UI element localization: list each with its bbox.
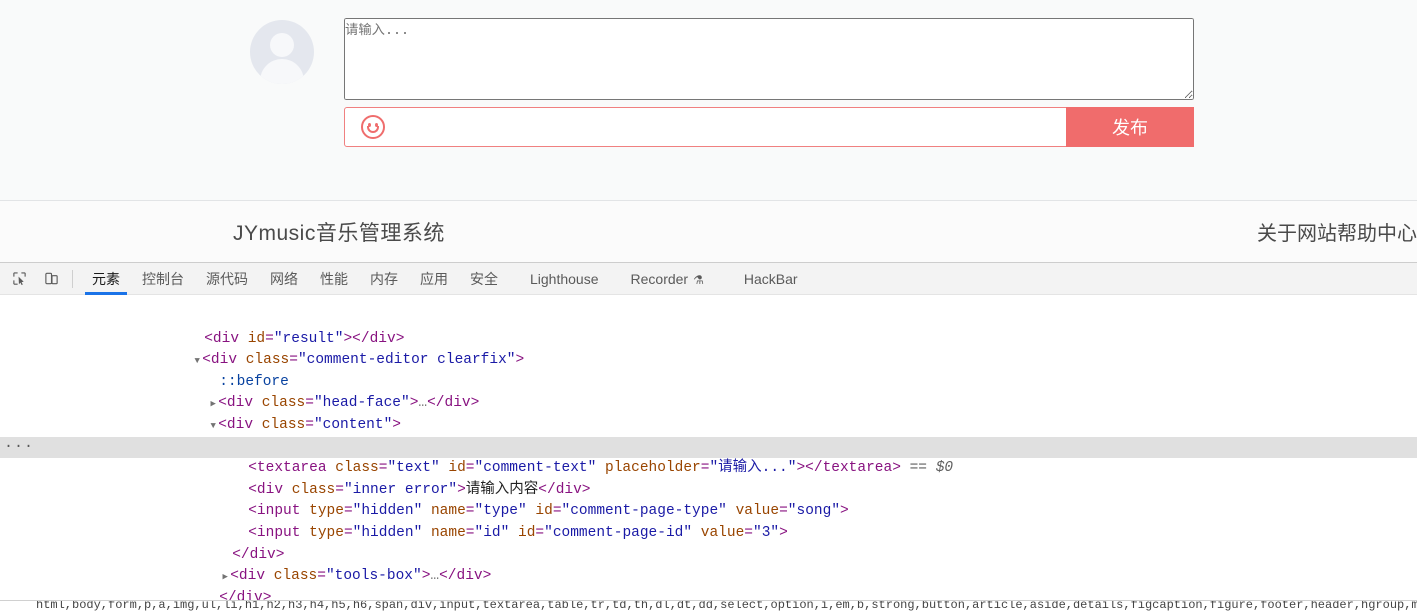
dom-row[interactable]: <input type="hidden" name="id" id="comme… (0, 501, 1417, 541)
devtools-toolbar: 元素 控制台 源代码 网络 性能 内存 应用 安全 Lighthouse Rec… (0, 263, 1417, 295)
tab-sources[interactable]: 源代码 (195, 263, 259, 295)
row-more-marker[interactable]: ··· (4, 437, 34, 459)
dom-row[interactable]: <div class="cont-box"> (0, 415, 1417, 455)
avatar-body-shape (260, 59, 304, 84)
dom-row[interactable]: <div class="content"> (0, 393, 1417, 433)
tab-lighthouse[interactable]: Lighthouse (519, 263, 610, 295)
tab-memory[interactable]: 内存 (359, 263, 409, 295)
dom-tree[interactable]: ::before <div id="result"></div> <div cl… (0, 295, 1417, 600)
dom-row[interactable]: <div class="tools-box">…</div> (0, 545, 1417, 584)
inspect-cursor-icon[interactable] (6, 267, 32, 291)
dom-row[interactable]: <div id="result"></div> (0, 307, 1417, 347)
tab-network[interactable]: 网络 (259, 263, 309, 295)
flask-icon: ⚗ (693, 272, 704, 287)
nav-item-help[interactable]: 帮助中心 (1337, 217, 1417, 246)
comment-editor: 发布 (250, 18, 1194, 148)
cont-box (344, 18, 1194, 105)
publish-button[interactable]: 发布 (1066, 107, 1194, 147)
tab-security[interactable]: 安全 (459, 263, 509, 295)
devtools-panel: 元素 控制台 源代码 网络 性能 内存 应用 安全 Lighthouse Rec… (0, 262, 1417, 614)
dom-row[interactable]: ::before (0, 295, 1417, 307)
site-title: JYmusic音乐管理系统 (233, 221, 445, 245)
dom-row[interactable]: </div> (0, 566, 1417, 600)
emoji-mouth (367, 126, 379, 133)
comment-textarea[interactable] (344, 18, 1194, 100)
dom-row[interactable]: ::before (0, 350, 1417, 390)
editor-content: 发布 (344, 18, 1194, 147)
tab-elements[interactable]: 元素 (81, 263, 131, 295)
tab-hackbar[interactable]: HackBar (733, 263, 809, 295)
site-header: JYmusic音乐管理系统 关于网站 帮助中心 (0, 200, 1417, 262)
site-nav: 关于网站 帮助中心 (1257, 217, 1417, 246)
device-toolbar-icon[interactable] (38, 267, 64, 291)
avatar (250, 20, 314, 84)
dom-row[interactable]: <div class="head-face">…</div> (0, 372, 1417, 411)
avatar-head-shape (270, 33, 294, 57)
toolbar-divider (72, 269, 73, 288)
styles-pane-line: html,body,form,p,a,img,ul,li,h1,h2,h3,h4… (36, 600, 1417, 612)
emoji-icon[interactable] (361, 115, 385, 139)
dom-row[interactable]: <input type="hidden" name="type" id="com… (0, 480, 1417, 519)
tab-application[interactable]: 应用 (409, 263, 459, 295)
devtools-tabs: 元素 控制台 源代码 网络 性能 内存 应用 安全 Lighthouse Rec… (81, 263, 809, 295)
website-viewport: Powered by JYmusic 发布 JYmusic音乐管理系统 关于网站 (0, 0, 1417, 262)
dom-row[interactable]: </div> (0, 523, 1417, 563)
dom-row[interactable]: <div class="inner error">请输入内容</div> (0, 458, 1417, 498)
dom-row-selected[interactable]: ··· <textarea class="text" id="comment-te… (0, 436, 1417, 476)
tab-console[interactable]: 控制台 (131, 263, 195, 295)
dom-row[interactable]: <div class="comment-editor clearfix"> (0, 329, 1417, 368)
tab-performance[interactable]: 性能 (309, 263, 359, 295)
tab-recorder[interactable]: Recorder ⚗ (620, 263, 715, 295)
styles-pane-clipped[interactable]: html,body,form,p,a,img,ul,li,h1,h2,h3,h4… (0, 600, 1417, 614)
nav-item-about[interactable]: 关于网站 (1257, 217, 1337, 246)
tools-box: 发布 (344, 107, 1194, 147)
dom-row[interactable]: ::after (0, 588, 1417, 600)
tab-recorder-label: Recorder (630, 270, 689, 287)
